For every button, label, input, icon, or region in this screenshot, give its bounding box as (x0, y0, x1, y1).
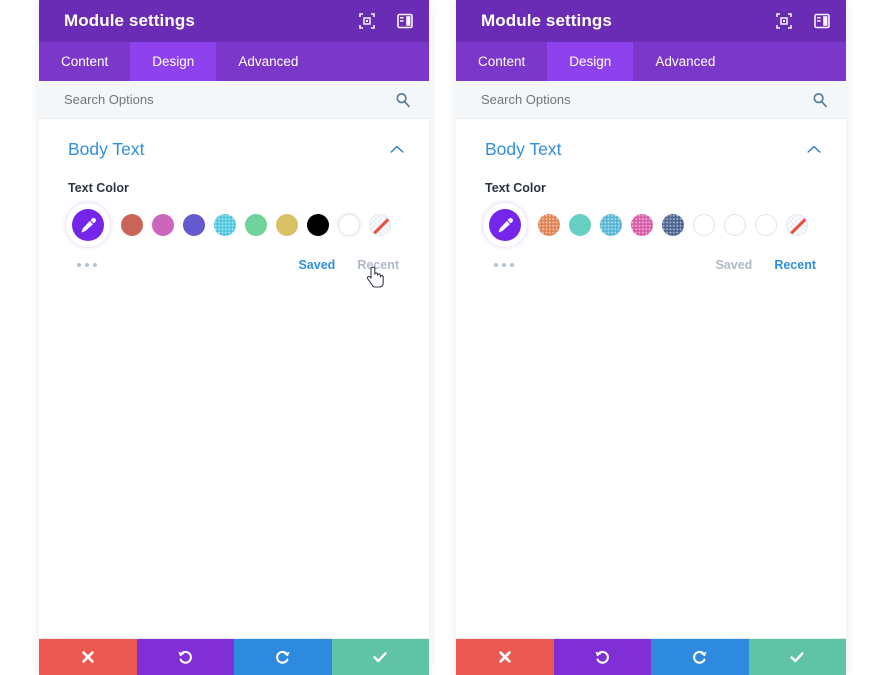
undo-icon[interactable] (177, 649, 193, 665)
tab-advanced[interactable]: Advanced (216, 42, 320, 81)
close-icon[interactable] (80, 649, 96, 665)
tab-bar: Content Design Advanced (456, 42, 846, 81)
tab-advanced[interactable]: Advanced (633, 42, 737, 81)
panel-title: Module settings (64, 11, 195, 30)
cancel-button[interactable] (456, 639, 554, 675)
swatch-transparent[interactable] (369, 214, 391, 236)
more-options-icon[interactable] (68, 263, 97, 267)
close-icon[interactable] (497, 649, 513, 665)
picker-swatch[interactable] (72, 209, 104, 241)
color-picker-button[interactable] (485, 205, 525, 245)
swatch-slate-blue[interactable] (662, 214, 684, 236)
text-color-label: Text Color (68, 181, 129, 195)
focus-target-icon[interactable] (359, 13, 375, 29)
redo-button[interactable] (234, 639, 332, 675)
cancel-button[interactable] (39, 639, 137, 675)
swatch-orange[interactable] (538, 214, 560, 236)
body-text-section-header[interactable]: Body Text (39, 119, 429, 160)
titlebar-icons (359, 13, 413, 29)
swatch-white[interactable] (338, 214, 360, 236)
redo-icon[interactable] (275, 649, 291, 665)
check-icon[interactable] (789, 649, 805, 665)
tab-content[interactable]: Content (39, 42, 130, 81)
panel-title: Module settings (481, 11, 612, 30)
color-swatch-row (39, 195, 429, 245)
screenshot-stage: Module settingsContentDesignAdvancedBody… (0, 0, 880, 675)
panel-body: Body Text Text Color Saved Recent (39, 119, 429, 639)
layout-panel-icon[interactable] (397, 13, 413, 29)
swatch-magenta[interactable] (631, 214, 653, 236)
saved-link[interactable]: Saved (298, 258, 335, 272)
swatch-empty-3[interactable] (755, 214, 777, 236)
undo-button[interactable] (136, 639, 234, 675)
save-button[interactable] (331, 639, 429, 675)
swatch-turquoise[interactable] (569, 214, 591, 236)
tab-bar: Content Design Advanced (39, 42, 429, 81)
swatch-indigo[interactable] (183, 214, 205, 236)
swatch-meta-row: Saved Recent (456, 245, 846, 272)
search-input[interactable] (481, 92, 812, 107)
color-picker-button[interactable] (68, 205, 108, 245)
redo-icon[interactable] (692, 649, 708, 665)
undo-button[interactable] (553, 639, 651, 675)
picker-swatch[interactable] (489, 209, 521, 241)
saved-link[interactable]: Saved (715, 258, 752, 272)
swatch-empty-2[interactable] (724, 214, 746, 236)
chevron-up-icon[interactable] (807, 145, 821, 154)
body-text-section-header[interactable]: Body Text (456, 119, 846, 160)
swatch-orchid[interactable] (152, 214, 174, 236)
section-title: Body Text (68, 139, 145, 159)
section-title: Body Text (485, 139, 562, 159)
search-icon[interactable] (395, 92, 411, 108)
swatch-brick-red[interactable] (121, 214, 143, 236)
swatch-black[interactable] (307, 214, 329, 236)
panel-titlebar: Module settings (39, 0, 429, 42)
undo-icon[interactable] (594, 649, 610, 665)
tab-content[interactable]: Content (456, 42, 547, 81)
recent-link[interactable]: Recent (774, 258, 816, 272)
focus-target-icon[interactable] (776, 13, 792, 29)
search-bar[interactable] (39, 81, 429, 119)
swatch-cyan[interactable] (214, 214, 236, 236)
eyedropper-icon[interactable] (497, 217, 514, 234)
swatch-empty-1[interactable] (693, 214, 715, 236)
panel-body: Body Text Text Color Saved Recent (456, 119, 846, 639)
color-swatch-row (456, 195, 846, 245)
redo-button[interactable] (651, 639, 749, 675)
titlebar-icons (776, 13, 830, 29)
search-bar[interactable] (456, 81, 846, 119)
swatch-mint-green[interactable] (245, 214, 267, 236)
save-button[interactable] (748, 639, 846, 675)
action-bar (39, 639, 429, 675)
check-icon[interactable] (372, 649, 388, 665)
layout-panel-icon[interactable] (814, 13, 830, 29)
search-input[interactable] (64, 92, 395, 107)
tab-design[interactable]: Design (130, 42, 217, 81)
search-icon[interactable] (812, 92, 828, 108)
chevron-up-icon[interactable] (390, 145, 404, 154)
module-settings-panel-left: Module settings ContentDesignAdvanced Body… (39, 0, 429, 675)
recent-link[interactable]: Recent (357, 258, 399, 272)
more-options-icon[interactable] (485, 263, 514, 267)
tab-design[interactable]: Design (547, 42, 634, 81)
text-color-label: Text Color (485, 181, 546, 195)
module-settings-panel-right: Module settings ContentDesignAdvanced Body… (456, 0, 846, 675)
action-bar (456, 639, 846, 675)
panel-titlebar: Module settings (456, 0, 846, 42)
swatch-sky-blue[interactable] (600, 214, 622, 236)
swatch-meta-row: Saved Recent (39, 245, 429, 272)
eyedropper-icon[interactable] (80, 217, 97, 234)
swatch-gold[interactable] (276, 214, 298, 236)
swatch-transparent[interactable] (786, 214, 808, 236)
